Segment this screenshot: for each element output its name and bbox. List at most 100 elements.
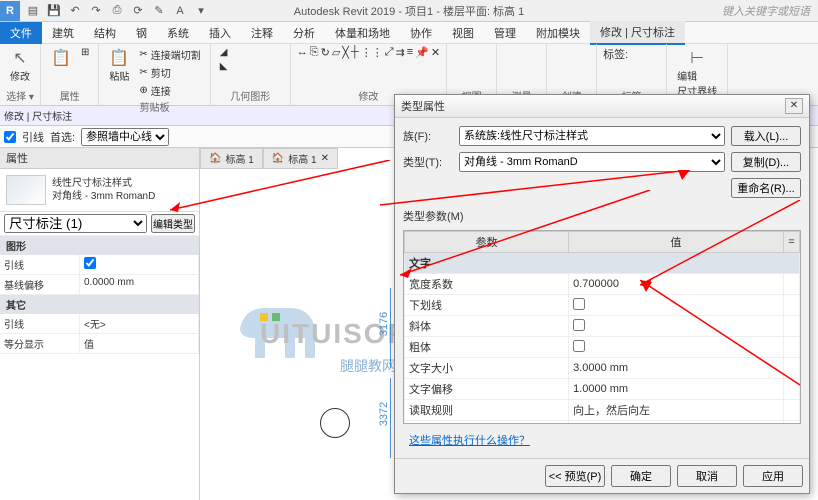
tab-system[interactable]: 系统 (157, 22, 199, 44)
col-value[interactable]: 值 (569, 232, 784, 253)
qat-undo-icon[interactable]: ↶ (66, 2, 84, 20)
tab-modify-dim[interactable]: 修改 | 尺寸标注 (590, 21, 685, 45)
move-icon[interactable]: ↔ (297, 46, 308, 58)
array-icon[interactable]: ⋮⋮ (361, 46, 383, 59)
type-props-icon[interactable]: ⊞ (78, 46, 92, 59)
view-tab-2[interactable]: 🏠 标高 1 ✕ (263, 148, 338, 169)
dimension-value[interactable]: 3372 (378, 402, 390, 426)
tab-addins[interactable]: 附加模块 (526, 22, 590, 44)
tab-arch[interactable]: 建筑 (42, 22, 84, 44)
cope-btn[interactable]: ✂ 连接端切割 (136, 46, 203, 63)
tab-massing[interactable]: 体量和场地 (325, 22, 400, 44)
search-hint[interactable]: 键入关键字或短语 (722, 3, 818, 19)
rename-button[interactable]: 重命名(R)... (731, 178, 801, 198)
label-lbl: 标签: (603, 46, 628, 62)
prop-key: 引线 (0, 314, 80, 334)
prop-val[interactable]: 0.0000 mm (80, 275, 199, 295)
edit-witness-button[interactable]: ⊢编辑 尺寸界线 (673, 46, 721, 100)
geom-btn1[interactable]: ◢ (217, 46, 231, 59)
props-header: 属性 (0, 148, 199, 169)
qat-more-icon[interactable]: ▾ (192, 2, 210, 20)
param-row: 粗体 (405, 337, 800, 358)
split-icon[interactable]: ┼ (351, 46, 359, 58)
geom-btn2[interactable]: ◣ (217, 60, 231, 73)
pin-icon[interactable]: 📌 (415, 46, 429, 59)
tab-annotate[interactable]: 注释 (241, 22, 283, 44)
select-button[interactable]: ↖修改 (6, 46, 34, 85)
watermark-subtext: 腿腿教网 (340, 356, 396, 376)
group-clipboard-label: 剪贴板 (105, 99, 203, 114)
dimension-value[interactable]: 3176 (378, 312, 390, 336)
tab-insert[interactable]: 插入 (199, 22, 241, 44)
dialog-title: 类型属性 (401, 98, 445, 114)
tab-collab[interactable]: 协作 (400, 22, 442, 44)
tab-view[interactable]: 视图 (442, 22, 484, 44)
col-param[interactable]: 参数 (405, 232, 569, 253)
leader-label: 引线 (22, 129, 44, 145)
paste-button[interactable]: 📋粘贴 (105, 46, 133, 85)
load-button[interactable]: 载入(L)... (731, 126, 801, 146)
param-row: 文字字体RomanD (405, 421, 800, 425)
family-select[interactable]: 系统族:线性尺寸标注样式 (459, 126, 725, 146)
prefer-select[interactable]: 参照墙中心线 (81, 128, 169, 146)
type-select[interactable]: 对角线 - 3mm RomanD (459, 152, 725, 172)
dialog-close-button[interactable]: ✕ (785, 98, 803, 114)
mirror-icon[interactable]: ▱ (332, 46, 340, 59)
scale-icon[interactable]: ⤢ (385, 46, 394, 59)
edit-type-button[interactable]: 编辑类型 (151, 214, 195, 233)
param-row: 斜体 (405, 316, 800, 337)
tab-struct[interactable]: 结构 (84, 22, 126, 44)
param-row: 读取规则向上，然后向左 (405, 400, 800, 421)
props-cat-graphics: 图形 (0, 236, 199, 255)
trim-icon[interactable]: ╳ (342, 46, 349, 59)
prop-key: 基线偏移 (0, 275, 80, 295)
leader-checkbox[interactable] (4, 128, 16, 146)
type-thumb-icon (6, 175, 46, 205)
elevation-marker[interactable] (320, 408, 350, 438)
param-cat-text[interactable]: 文字 (405, 253, 800, 274)
help-link[interactable]: 这些属性执行什么操作？ (403, 430, 801, 450)
qat-redo-icon[interactable]: ↷ (87, 2, 105, 20)
ok-button[interactable]: 确定 (611, 465, 671, 487)
col-eq[interactable]: = (784, 232, 800, 253)
props-cat-other: 其它 (0, 295, 199, 314)
param-row: 文字大小3.0000 mm (405, 358, 800, 379)
qat-print-icon[interactable]: ⎙ (108, 2, 126, 20)
align-icon[interactable]: ≡ (407, 46, 413, 58)
duplicate-button[interactable]: 复制(D)... (731, 152, 801, 172)
qat-measure-icon[interactable]: ✎ (150, 2, 168, 20)
qat-text-icon[interactable]: A (171, 2, 189, 20)
prop-key: 引线 (0, 255, 80, 275)
qat-save-icon[interactable]: 💾 (45, 2, 63, 20)
close-icon[interactable]: ✕ (321, 153, 329, 164)
cancel-button[interactable]: 取消 (677, 465, 737, 487)
tab-file[interactable]: 文件 (0, 22, 42, 44)
prop-val[interactable]: <无> (80, 314, 199, 334)
view-tab-1[interactable]: 🏠 标高 1 (200, 148, 263, 169)
offset-icon[interactable]: ⇉ (396, 46, 405, 59)
rotate-icon[interactable]: ↻ (321, 46, 330, 59)
join-btn[interactable]: ⊕ 连接 (136, 82, 203, 99)
prop-val[interactable]: 值 (80, 334, 199, 354)
prop-key: 等分显示 (0, 334, 80, 354)
context-label: 修改 | 尺寸标注 (4, 108, 72, 123)
cut-btn[interactable]: ✂ 剪切 (136, 64, 203, 81)
copy-icon[interactable]: ⎘ (310, 46, 319, 59)
type-selector[interactable]: 线性尺寸标注样式对角线 - 3mm RomanD (0, 169, 199, 212)
window-title: Autodesk Revit 2019 - 项目1 - 楼层平面: 标高 1 (294, 3, 524, 19)
instance-select[interactable]: 尺寸标注 (1) (4, 214, 147, 233)
preview-button[interactable]: << 预览(P) (545, 465, 605, 487)
param-row: 下划线 (405, 295, 800, 316)
group-props-label: 属性 (47, 88, 92, 103)
qat-open-icon[interactable]: ▤ (24, 2, 42, 20)
param-row: 文字偏移1.0000 mm (405, 379, 800, 400)
prop-val[interactable] (80, 255, 199, 275)
tab-steel[interactable]: 钢 (126, 22, 157, 44)
tab-manage[interactable]: 管理 (484, 22, 526, 44)
delete-icon[interactable]: ✕ (431, 46, 440, 59)
props-button[interactable]: 📋 (47, 46, 75, 70)
tab-analyze[interactable]: 分析 (283, 22, 325, 44)
qat-sync-icon[interactable]: ⟳ (129, 2, 147, 20)
app-icon: R (0, 1, 20, 21)
apply-button[interactable]: 应用 (743, 465, 803, 487)
